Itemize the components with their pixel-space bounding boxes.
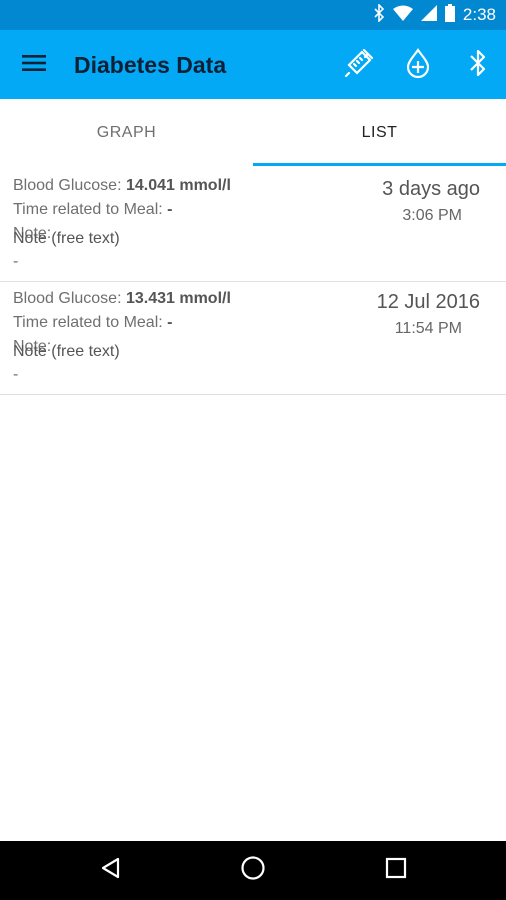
- menu-button[interactable]: [16, 47, 52, 83]
- add-insulin-button[interactable]: [341, 47, 377, 83]
- note-value: -: [13, 366, 19, 383]
- entry-date: 3 days ago: [382, 178, 480, 200]
- meal-label: Time related to Meal:: [13, 314, 168, 331]
- entry-time: 3:06 PM: [402, 207, 462, 224]
- meal-line: Time related to Meal: -: [13, 314, 172, 332]
- note-value: -: [13, 253, 19, 270]
- meal-value: -: [167, 314, 173, 331]
- note-placeholder: Note (free text): [13, 230, 120, 247]
- app-title: Diabetes Data: [74, 52, 227, 78]
- meal-value: -: [167, 201, 173, 218]
- meal-label: Time related to Meal:: [13, 201, 168, 218]
- tab-indicator: [253, 163, 506, 166]
- glucose-line: Blood Glucose: 14.041 mmol/l: [13, 177, 231, 195]
- bluetooth-button[interactable]: [460, 47, 496, 83]
- bluetooth-icon: [468, 48, 488, 83]
- list-item[interactable]: Blood Glucose: 14.041 mmol/l Time relate…: [0, 169, 506, 282]
- recents-button[interactable]: [376, 850, 416, 890]
- tab-graph[interactable]: GRAPH: [0, 99, 253, 167]
- status-time: 2:38: [462, 5, 496, 24]
- home-icon: [240, 855, 266, 886]
- glucose-label: Blood Glucose:: [13, 177, 126, 194]
- status-bar: 2:38: [0, 0, 506, 30]
- home-button[interactable]: [233, 850, 273, 890]
- status-icons: 2:38: [373, 2, 496, 27]
- cellular-signal-icon: [420, 4, 437, 26]
- glucose-value: 14.041 mmol/l: [125, 177, 231, 194]
- add-glucose-button[interactable]: [400, 47, 436, 83]
- app-bar: Diabetes Data: [0, 30, 506, 99]
- glucose-label: Blood Glucose:: [13, 290, 126, 307]
- battery-icon: [444, 3, 455, 27]
- back-button[interactable]: [91, 850, 131, 890]
- tab-list[interactable]: LIST: [253, 99, 506, 167]
- bluetooth-icon: [373, 2, 385, 27]
- add-drop-icon: [403, 47, 433, 84]
- note-placeholder: Note (free text): [13, 343, 120, 360]
- entry-date: 12 Jul 2016: [376, 291, 480, 313]
- list-item[interactable]: Blood Glucose: 13.431 mmol/l Time relate…: [0, 282, 506, 395]
- wifi-icon: [392, 5, 413, 26]
- navigation-bar: [0, 841, 506, 900]
- glucose-line: Blood Glucose: 13.431 mmol/l: [13, 290, 231, 308]
- tab-bar: GRAPH LIST: [0, 99, 506, 167]
- syringe-icon: [343, 47, 375, 84]
- hamburger-menu-icon: [21, 53, 47, 78]
- back-icon: [99, 856, 123, 885]
- glucose-value: 13.431 mmol/l: [125, 290, 231, 307]
- meal-line: Time related to Meal: -: [13, 201, 172, 219]
- entry-time: 11:54 PM: [394, 320, 462, 337]
- recents-icon: [385, 857, 407, 884]
